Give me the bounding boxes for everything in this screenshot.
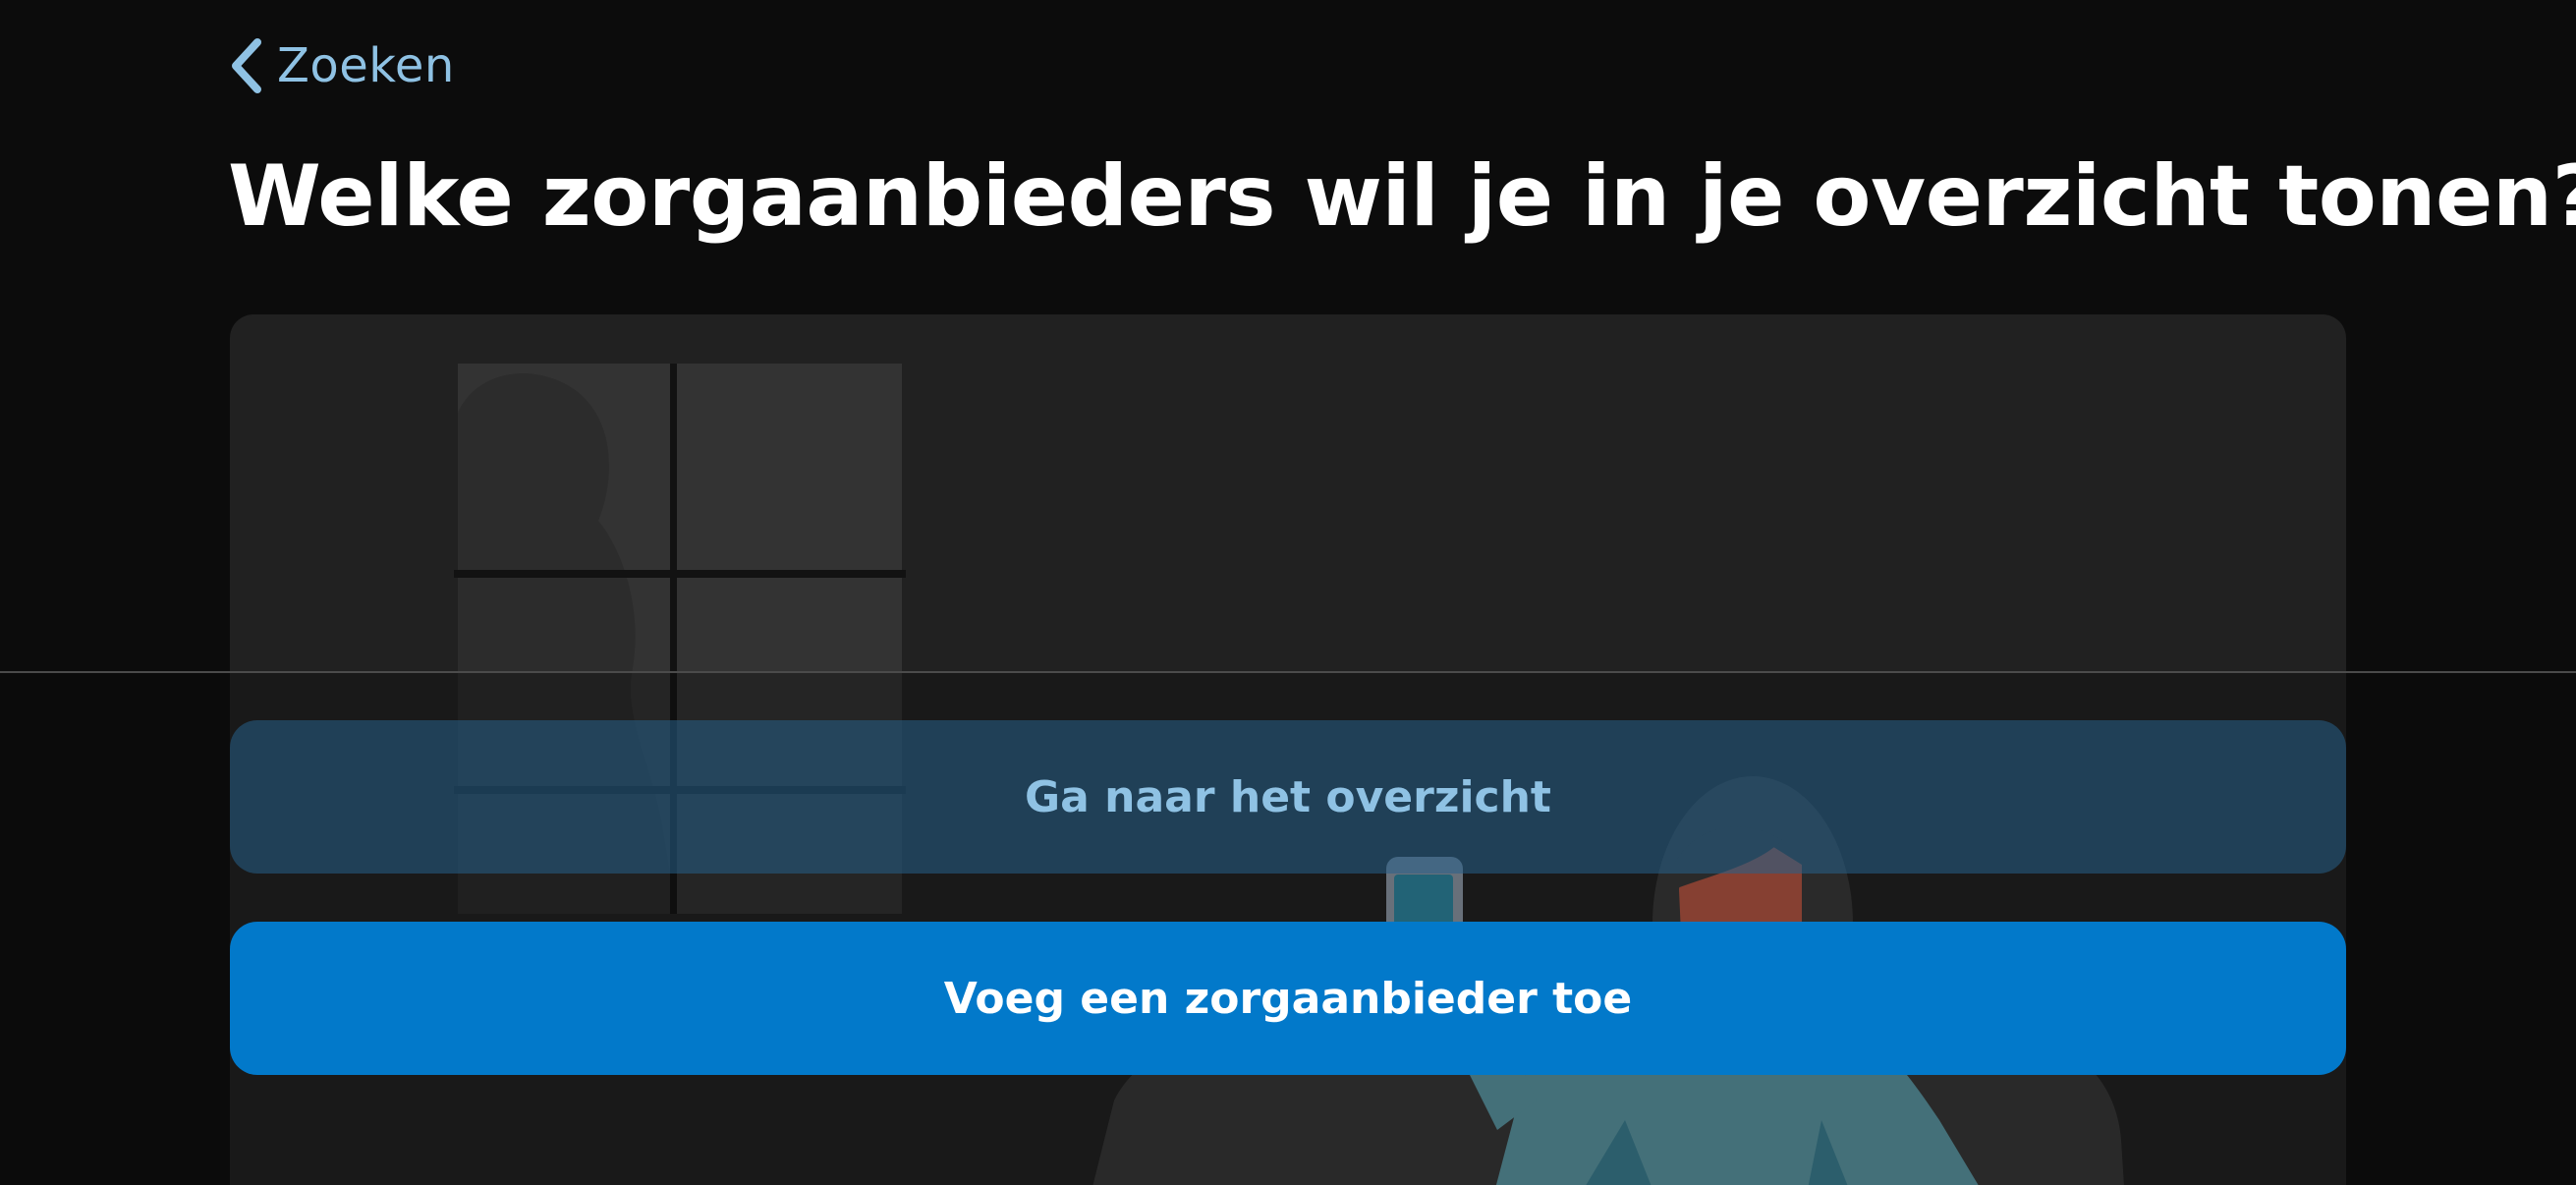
chevron-left-icon xyxy=(232,38,261,93)
add-care-provider-button[interactable]: Voeg een zorgaanbieder toe xyxy=(230,922,2346,1075)
page-title: Welke zorgaanbieders wil je in je overzi… xyxy=(228,147,2576,246)
back-link-label: Zoeken xyxy=(277,38,455,93)
back-link[interactable]: Zoeken xyxy=(228,33,455,98)
screen: Zoeken Welke zorgaanbieders wil je in je… xyxy=(0,0,2576,1185)
go-to-overview-button[interactable]: Ga naar het overzicht xyxy=(230,720,2346,874)
